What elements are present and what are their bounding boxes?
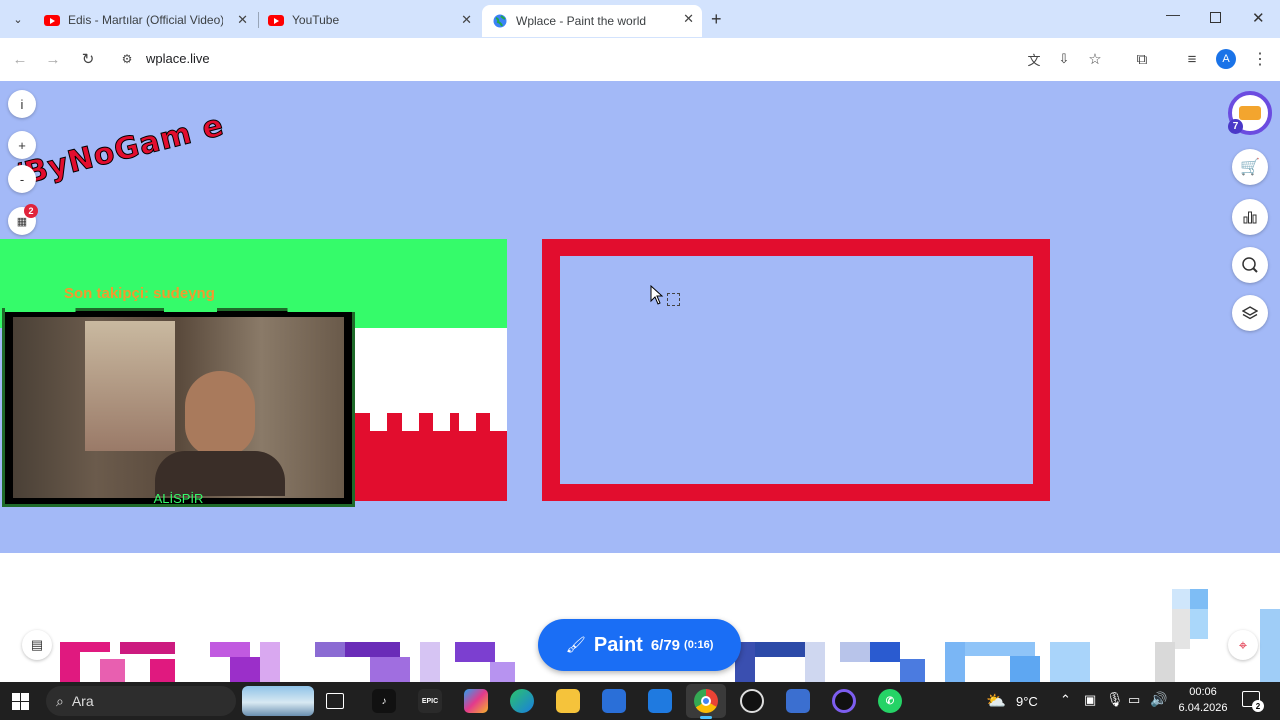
brush-icon: 🖌 [565,637,586,654]
microsoft-store-icon[interactable] [602,689,626,713]
tab-title: YouTube [292,13,340,27]
tab-wplace[interactable]: Wplace - Paint the world ✕ [482,5,702,37]
forward-button[interactable]: → [43,49,63,69]
close-tab-icon[interactable]: ✕ [683,11,694,27]
info-button[interactable]: i [8,90,36,118]
leaderboard-button[interactable] [1232,199,1268,235]
follower-label: Son takipçi: sudeyng [64,285,215,302]
windows-taskbar: ⌕ Ara ♪ EPIC ✆ ⛅ 9°C ⌃ ▣ 🎙 ▭ 🔊 00:06 6.0… [0,682,1280,720]
store-button[interactable]: 🛒 [1232,149,1268,185]
layers-button[interactable] [1232,295,1268,331]
mail-icon[interactable] [648,689,672,713]
tray-chevron-icon[interactable]: ⌃ [1060,692,1071,708]
microphone-icon[interactable]: 🎙 [1106,691,1124,708]
install-app-icon[interactable]: ⇩ [1054,49,1074,69]
search-highlight-image [242,686,314,716]
stream-logo: /ByNoGam e [9,107,228,194]
layers-icon [1242,306,1258,320]
select-area-icon [667,293,680,306]
notification-badge: 2 [24,204,38,218]
calculator-icon[interactable] [786,689,810,713]
new-tab-button[interactable]: + [711,9,722,30]
zoom-out-button[interactable]: - [8,165,36,193]
webcam-person [185,371,255,456]
paint-label: Paint [593,633,643,656]
site-settings-icon[interactable]: ⚙ [117,49,137,69]
webcam-overlay: ALİSPİR [2,308,358,507]
tray-app-icon[interactable]: ▣ [1084,692,1096,708]
mouse-cursor [650,284,664,310]
tab-title: Edis - Martılar (Official Video) - [68,13,223,27]
tab-search-dropdown[interactable]: ⌄ [10,11,26,27]
map-canvas[interactable]: ALİSPİR Son takipçi: sudeyng /ByNoGam e … [0,81,1280,682]
back-button[interactable]: ← [10,49,30,69]
copilot-icon[interactable] [464,689,488,713]
translate-icon[interactable]: 文 [1024,49,1044,69]
close-window-button[interactable]: ✕ [1252,9,1265,27]
paint-count: 6/79 [650,636,681,654]
restore-button[interactable] [1210,12,1221,23]
obs-icon[interactable] [740,689,764,713]
notification-center-badge: 2 [1252,700,1264,712]
clock-date[interactable]: 6.04.2026 [1174,702,1232,714]
youtube-icon [44,12,60,28]
task-view-icon[interactable] [326,693,344,709]
paint-timer: (0:16) [684,639,714,651]
pixel-art-white-area [355,328,507,413]
close-tab-icon[interactable]: ✕ [461,12,472,28]
bookmark-star-icon[interactable]: ☆ [1085,49,1105,69]
address-bar[interactable]: wplace.live [146,51,210,66]
profile-avatar[interactable]: A [1216,49,1236,69]
extensions-icon[interactable]: ⧉ [1132,49,1152,69]
menu-icon[interactable]: ⋮ [1250,49,1270,69]
chrome-icon[interactable] [694,689,718,713]
minimize-button[interactable]: — [1166,6,1180,22]
file-explorer-icon[interactable] [556,689,580,713]
taskbar-search[interactable]: ⌕ Ara [46,686,236,716]
volume-icon[interactable]: 🔊 [1150,691,1167,708]
tab-strip: ⌄ Edis - Martılar (Official Video) - ✕ Y… [0,0,1280,38]
epic-games-icon[interactable]: EPIC [418,689,442,713]
app-icon-circle[interactable] [832,689,856,713]
weather-temp[interactable]: 9°C [1016,694,1038,709]
explore-button[interactable] [1232,247,1268,283]
media-controls-icon[interactable]: ≡ [1182,49,1202,69]
search-icon: ⌕ [56,692,64,709]
weather-icon: ⛅ [986,693,1006,710]
tab-youtube[interactable]: YouTube ✕ [258,6,480,34]
webcam-name-label: ALİSPİR [153,491,204,506]
locate-button[interactable]: ⌖ [1228,630,1258,660]
pixel-art-red-frame [542,239,1050,501]
clock-time[interactable]: 00:06 [1180,686,1226,698]
edge-icon[interactable] [510,689,534,713]
paint-button[interactable]: 🖌 Paint 6/79 (0:16) [538,619,741,671]
whatsapp-icon[interactable]: ✆ [878,689,902,713]
tab-title: Wplace - Paint the world [516,14,647,28]
tiktok-icon[interactable]: ♪ [372,689,396,713]
search-placeholder: Ara [71,693,94,709]
webcam-corner-bar [5,308,358,312]
network-icon[interactable]: ▭ [1128,692,1140,708]
level-badge: 7 [1228,119,1243,134]
youtube-icon [268,12,284,28]
tab-edis[interactable]: Edis - Martılar (Official Video) - ✕ [34,6,256,34]
globe-search-icon [1242,257,1258,273]
start-button[interactable] [12,693,29,710]
close-tab-icon[interactable]: ✕ [237,12,248,28]
globe-icon [492,13,508,29]
cart-icon: 🛒 [1240,159,1260,176]
bar-chart-icon [1243,211,1257,224]
palette-toggle-button[interactable]: ▤ [22,630,52,660]
zoom-in-button[interactable]: + [8,131,36,159]
reload-button[interactable]: ↻ [78,49,98,69]
